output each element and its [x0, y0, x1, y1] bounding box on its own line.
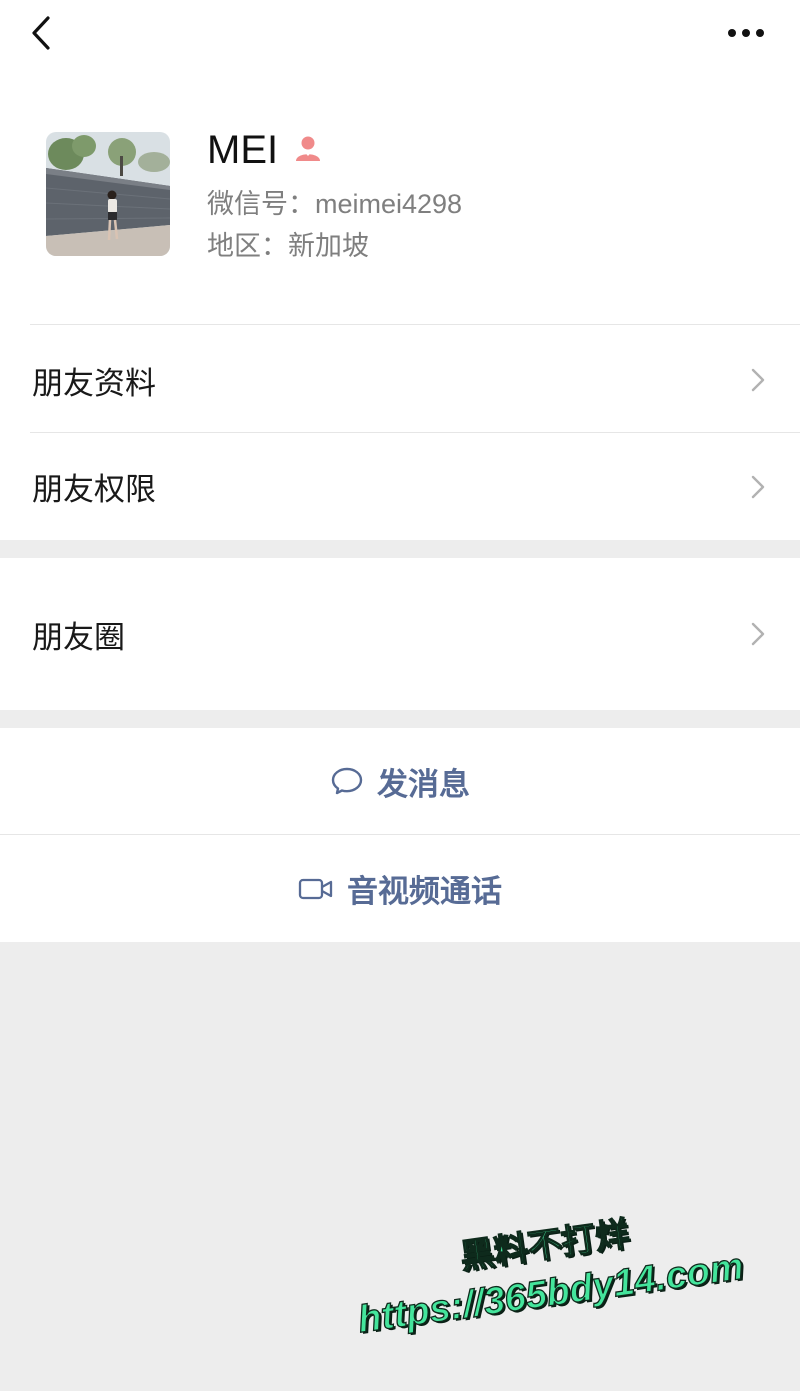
watermark: 黑料不打烊 https://365bdy14.com [349, 1194, 772, 1370]
video-call-button[interactable]: 音视频通话 [0, 835, 800, 942]
wechat-id: 微信号：meimei4298 [207, 189, 463, 219]
chat-bubble-icon [331, 767, 363, 795]
name-row: MEI [207, 124, 324, 176]
menu-item-moments[interactable]: 朋友圈 [0, 558, 800, 710]
menu-item-label: 朋友资料 [32, 365, 156, 401]
profile-panel: MEI 微信号：meimei4298 地区：新加坡 朋友资料 朋友权限 [0, 0, 800, 540]
menu-item-friend-profile[interactable]: 朋友资料 [0, 325, 800, 435]
female-icon [296, 136, 321, 161]
avatar[interactable] [46, 132, 170, 256]
contact-name: MEI [207, 128, 279, 172]
chevron-left-icon [32, 16, 50, 50]
send-message-label: 发消息 [377, 766, 470, 802]
back-button[interactable] [24, 10, 58, 56]
chevron-right-icon [751, 622, 765, 646]
send-message-button[interactable]: 发消息 [0, 728, 800, 834]
moments-label: 朋友圈 [32, 619, 125, 655]
moments-panel: 朋友圈 [0, 558, 800, 710]
menu-item-label: 朋友权限 [32, 472, 156, 507]
chevron-right-icon [751, 475, 765, 498]
actions-panel: 发消息 音视频通话 [0, 728, 800, 942]
more-button[interactable] [720, 16, 772, 50]
region: 地区：新加坡 [207, 231, 369, 261]
video-call-label: 音视频通话 [347, 874, 502, 909]
more-horizontal-icon [728, 29, 764, 37]
video-call-icon [298, 878, 333, 899]
avatar-photo [46, 132, 170, 256]
chevron-right-icon [751, 368, 765, 392]
menu-item-friend-permissions[interactable]: 朋友权限 [0, 433, 800, 540]
